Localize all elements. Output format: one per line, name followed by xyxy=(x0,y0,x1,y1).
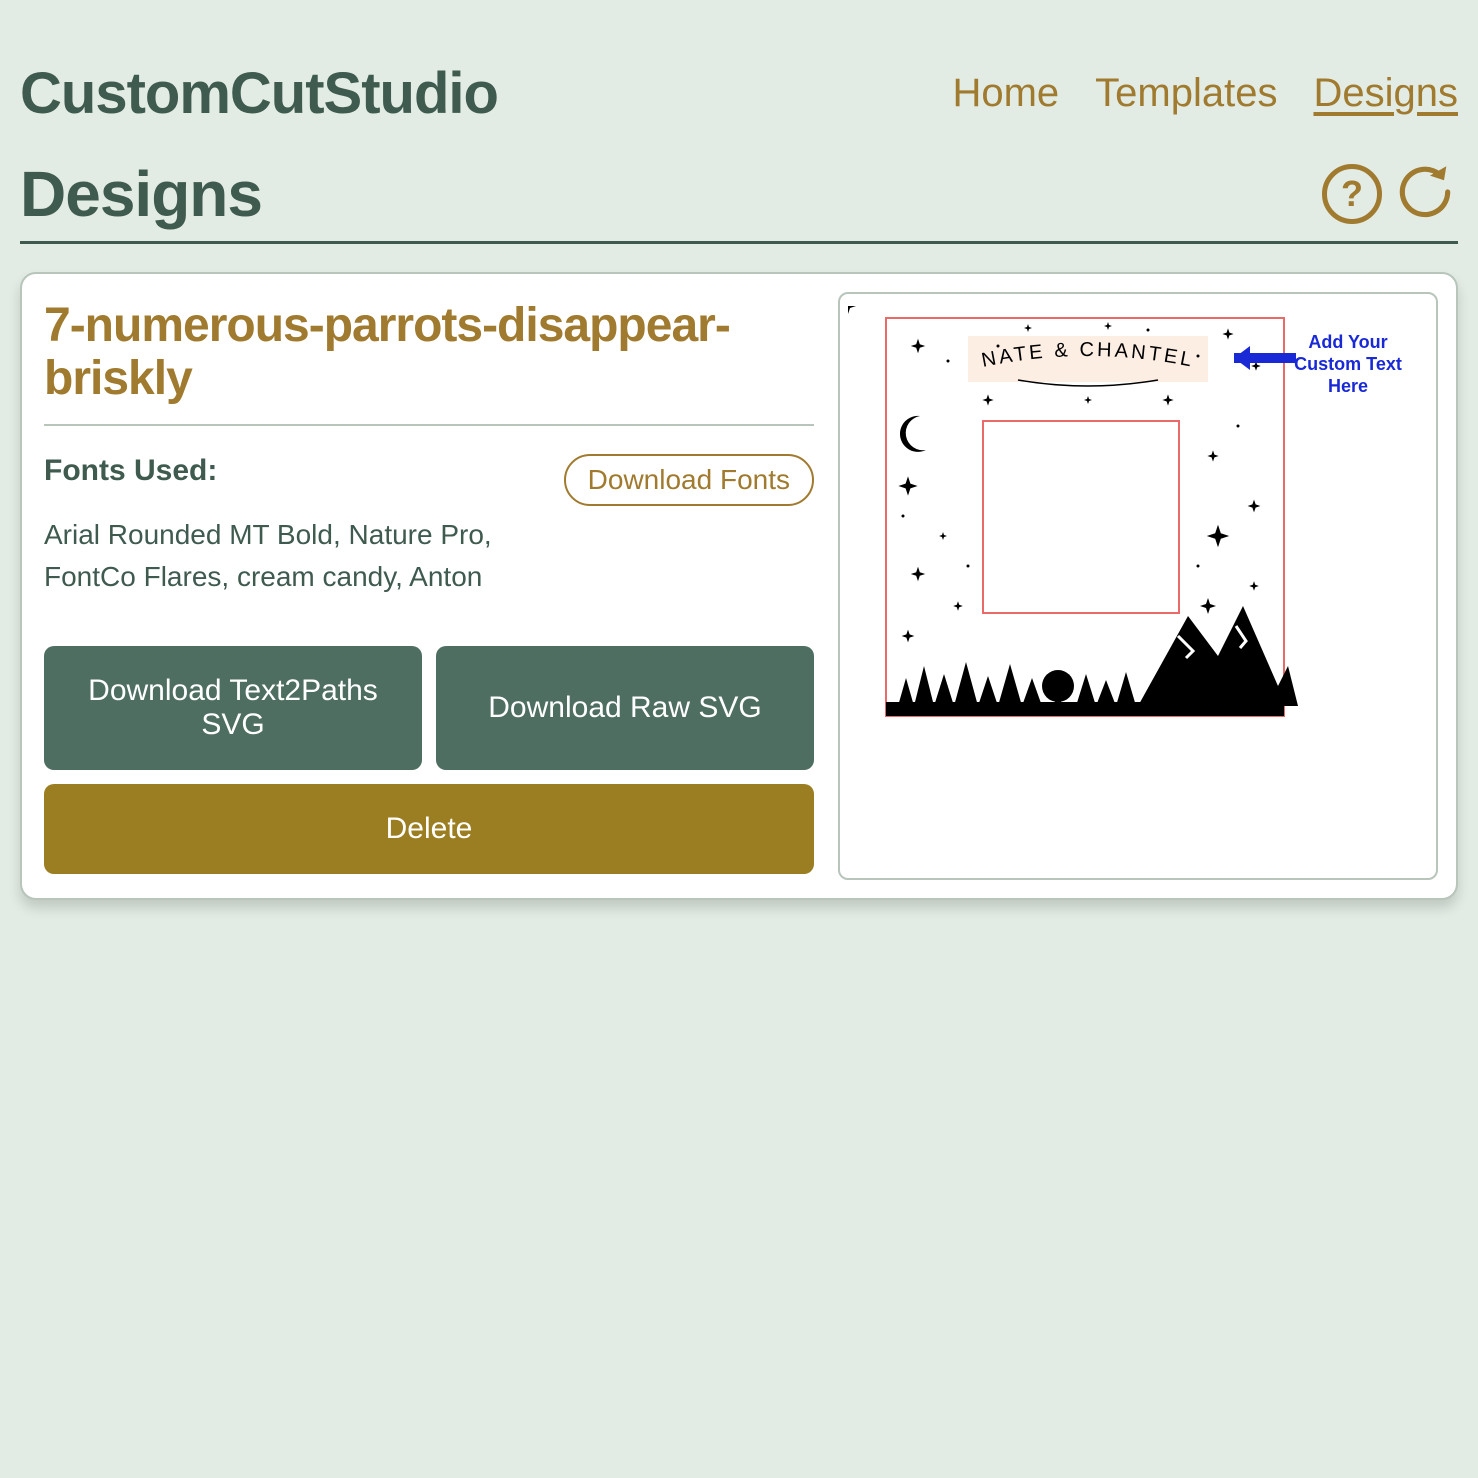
nav-templates[interactable]: Templates xyxy=(1095,71,1277,116)
design-card: 7-numerous-parrots-disappear-briskly Fon… xyxy=(20,272,1458,900)
main-nav: Home Templates Designs xyxy=(952,71,1458,116)
nav-designs[interactable]: Designs xyxy=(1313,71,1458,116)
page-title: Designs xyxy=(20,157,262,231)
callout-line3: Here xyxy=(1328,376,1368,396)
nav-home[interactable]: Home xyxy=(952,71,1059,116)
fonts-used-label: Fonts Used: xyxy=(44,454,217,488)
delete-button[interactable]: Delete xyxy=(44,784,814,874)
help-icon[interactable]: ? xyxy=(1322,164,1382,224)
download-fonts-button[interactable]: Download Fonts xyxy=(564,454,814,506)
download-text2paths-button[interactable]: Download Text2Paths SVG xyxy=(44,646,422,770)
download-raw-svg-button[interactable]: Download Raw SVG xyxy=(436,646,814,770)
app-logo: CustomCutStudio xyxy=(20,60,498,127)
refresh-icon[interactable] xyxy=(1392,159,1458,230)
callout-line1: Add Your xyxy=(1308,332,1387,352)
mountains xyxy=(1138,606,1298,706)
design-preview: NATE & CHANTEL xyxy=(838,292,1438,880)
design-name: 7-numerous-parrots-disappear-briskly xyxy=(44,300,814,426)
callout-line2: Custom Text xyxy=(1294,354,1402,374)
callout-arrow-icon xyxy=(1234,346,1296,370)
fonts-list: Arial Rounded MT Bold, Nature Pro, FontC… xyxy=(44,514,524,598)
